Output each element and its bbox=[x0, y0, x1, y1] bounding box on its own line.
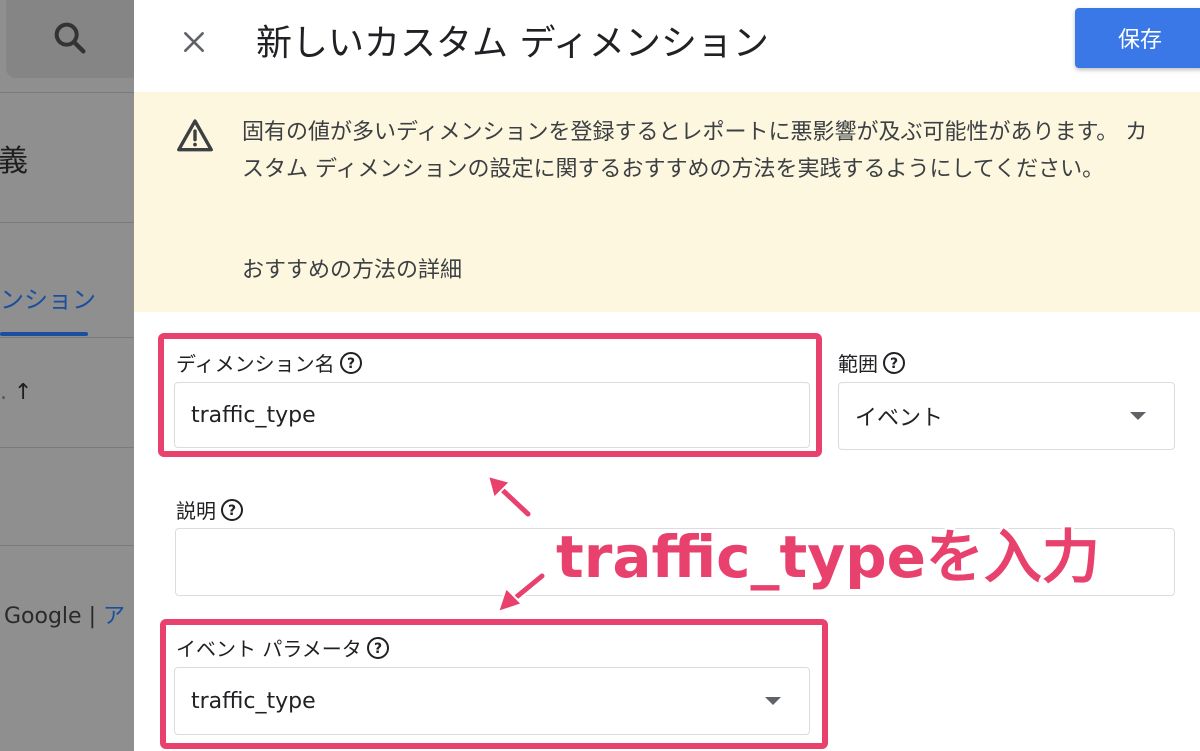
background-sort-header[interactable]: . ↑ bbox=[0, 380, 32, 405]
divider bbox=[0, 447, 134, 448]
svg-text:?: ? bbox=[890, 356, 898, 372]
background-page: 義 ンション . ↑ Google | ア bbox=[0, 0, 134, 751]
custom-dimension-panel: 新しいカスタム ディメンション 保存 固有の値が多いディメンションを登録するとレ… bbox=[134, 0, 1200, 751]
background-tab-dimensions[interactable]: ンション bbox=[0, 280, 96, 315]
warning-text: 固有の値が多いディメンションを登録するとレポートに悪影響が及ぶ可能性があります。… bbox=[242, 120, 1148, 182]
panel-title: 新しいカスタム ディメンション bbox=[256, 23, 769, 64]
sort-arrow-icon: ↑ bbox=[14, 380, 33, 405]
background-page-title: 義 bbox=[0, 144, 28, 179]
help-icon[interactable]: ? bbox=[882, 351, 906, 375]
dimension-name-label: ディメンション名 ? bbox=[176, 348, 363, 377]
divider bbox=[0, 222, 134, 223]
divider bbox=[0, 337, 134, 338]
help-icon[interactable]: ? bbox=[220, 498, 244, 522]
footer-link[interactable]: ア bbox=[103, 604, 125, 629]
background-search-bar bbox=[6, 0, 134, 78]
panel-header: 新しいカスタム ディメンション 保存 bbox=[134, 0, 1200, 92]
event-parameter-select[interactable]: traffic_type bbox=[174, 667, 810, 735]
help-icon[interactable]: ? bbox=[366, 636, 390, 660]
chevron-down-icon bbox=[1130, 412, 1146, 420]
svg-text:?: ? bbox=[228, 503, 236, 519]
close-button[interactable] bbox=[174, 22, 214, 62]
event-parameter-label: イベント パラメータ ? bbox=[176, 633, 390, 662]
search-icon bbox=[54, 22, 86, 54]
help-icon[interactable]: ? bbox=[339, 351, 363, 375]
warning-icon bbox=[177, 119, 213, 152]
svg-text:?: ? bbox=[374, 641, 382, 657]
chevron-down-icon bbox=[765, 697, 781, 705]
svg-text:?: ? bbox=[347, 356, 355, 372]
close-icon bbox=[184, 32, 204, 52]
best-practices-link[interactable]: おすすめの方法の詳細 bbox=[242, 252, 462, 284]
warning-banner: 固有の値が多いディメンションを登録するとレポートに悪影響が及ぶ可能性があります。… bbox=[134, 92, 1200, 312]
annotation-text: traffic_typeを入力 bbox=[556, 523, 1100, 591]
save-button[interactable]: 保存 bbox=[1075, 8, 1200, 68]
scope-select[interactable]: イベント bbox=[838, 382, 1175, 450]
background-footer: Google | ア bbox=[4, 604, 125, 629]
scope-label: 範囲 ? bbox=[838, 348, 906, 377]
divider bbox=[0, 545, 134, 546]
divider bbox=[0, 92, 134, 93]
dimension-name-input[interactable]: traffic_type bbox=[174, 382, 810, 448]
tab-underline bbox=[0, 332, 88, 336]
description-label: 説明 ? bbox=[176, 495, 244, 524]
